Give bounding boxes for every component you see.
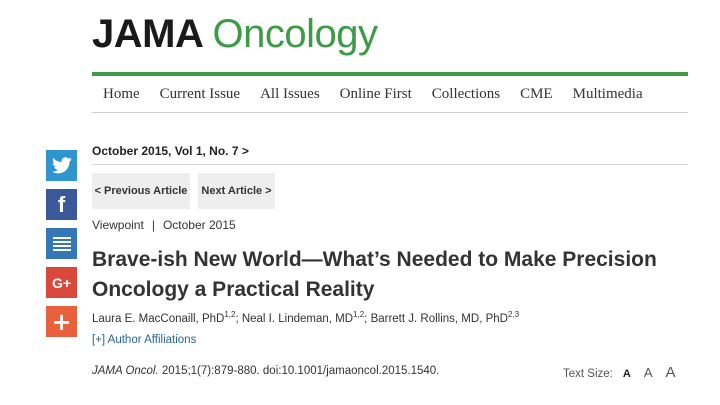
previous-article-button[interactable]: < Previous Article [92, 173, 190, 209]
social-share-bar: f G+ + [46, 150, 77, 345]
journal-logo[interactable]: JAMA Oncology [92, 12, 378, 56]
author-name: Barrett J. Rollins, MD, PhD [370, 312, 508, 325]
logo-oncology: Oncology [212, 12, 378, 56]
header-accent-bar [92, 72, 688, 76]
nav-cme[interactable]: CME [510, 86, 563, 103]
twitter-icon[interactable] [46, 150, 77, 181]
nav-all-issues[interactable]: All Issues [250, 86, 330, 103]
author-affiliation-ref: 1,2 [224, 310, 236, 319]
share-icon[interactable] [46, 228, 77, 259]
author-name: Neal I. Lindeman, MD [241, 312, 354, 325]
article-meta: Viewpoint | October 2015 [92, 218, 236, 232]
next-article-button[interactable]: Next Article > [198, 173, 275, 209]
citation: JAMA Oncol. 2015;1(7):879-880. doi:10.10… [92, 365, 439, 377]
nav-divider [92, 112, 688, 113]
author-list: Laura E. MacConaill, PhD1,2; Neal I. Lin… [92, 310, 519, 325]
text-size-large-button[interactable]: A [665, 364, 675, 381]
meta-separator: | [151, 218, 155, 232]
issue-link[interactable]: October 2015, Vol 1, No. 7 > [92, 144, 249, 158]
nav-current-issue[interactable]: Current Issue [150, 86, 250, 103]
text-size-medium-button[interactable]: A [644, 365, 653, 380]
text-size-label: Text Size: [563, 368, 613, 380]
author-affiliation-ref: 2,3 [507, 310, 520, 319]
nav-multimedia[interactable]: Multimedia [563, 86, 653, 103]
author-affiliations-toggle[interactable]: [+] Author Affiliations [92, 334, 196, 346]
facebook-icon[interactable]: f [46, 189, 77, 220]
citation-details: 2015;1(7):879-880. doi:10.1001/jamaoncol… [158, 365, 440, 377]
article-date: October 2015 [162, 218, 236, 232]
text-size-small-button[interactable]: A [623, 368, 631, 380]
nav-online-first[interactable]: Online First [330, 86, 422, 103]
article-type: Viewpoint [92, 218, 144, 232]
nav-home[interactable]: Home [92, 86, 150, 103]
add-icon[interactable]: + [46, 306, 77, 337]
author-name: Laura E. MacConaill, PhD [92, 312, 225, 325]
article-title: Brave-ish New World—What’s Needed to Mak… [92, 248, 657, 301]
issue-divider [92, 164, 688, 165]
logo-jama: JAMA [92, 12, 202, 56]
google-plus-icon[interactable]: G+ [46, 267, 77, 298]
nav-collections[interactable]: Collections [422, 86, 510, 103]
text-size-control: Text Size: A A A [563, 364, 676, 381]
main-nav: Home Current Issue All Issues Online Fir… [92, 82, 688, 106]
citation-journal: JAMA Oncol. [92, 365, 159, 377]
author-affiliation-ref: 1,2 [353, 310, 365, 319]
